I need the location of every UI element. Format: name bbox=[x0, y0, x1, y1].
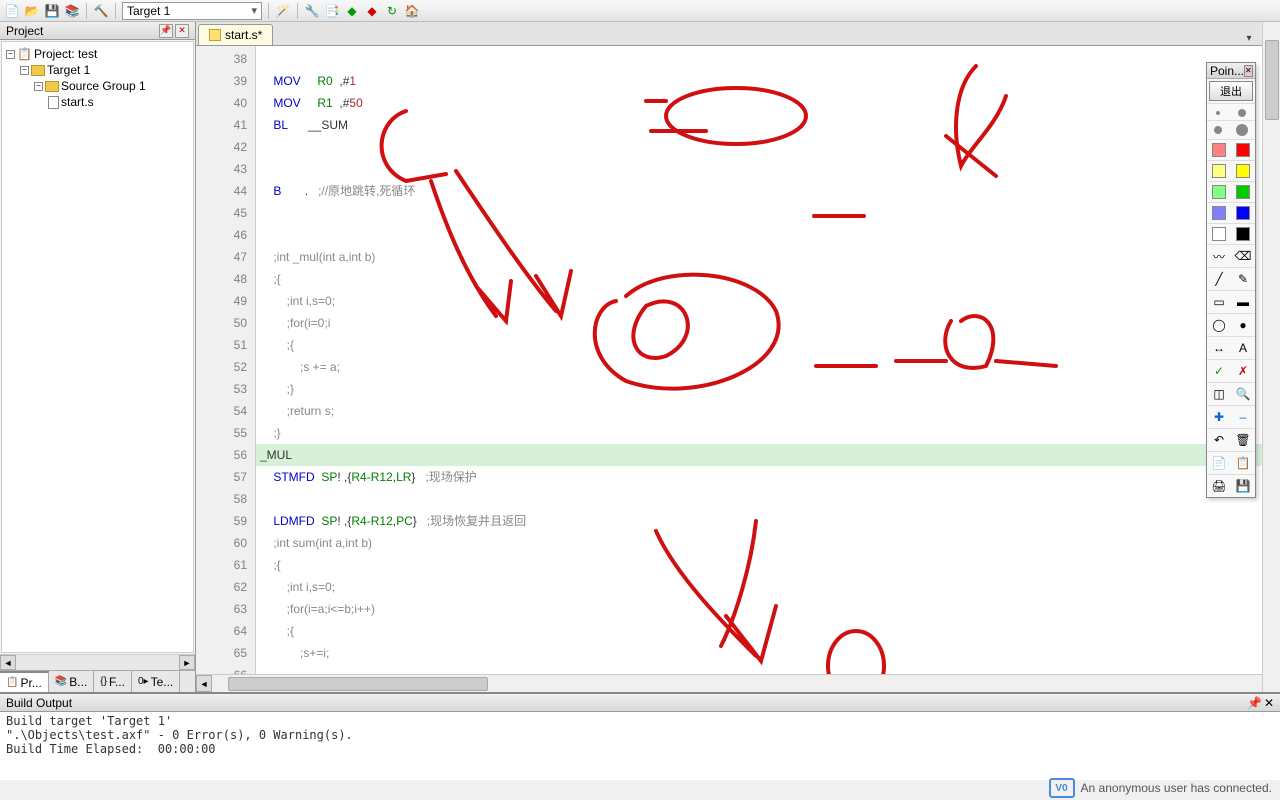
build-output-text[interactable]: Build target 'Target 1' ".\Objects\test.… bbox=[0, 712, 1280, 780]
freehand-icon[interactable]: 〰 bbox=[1210, 248, 1228, 264]
project-tree[interactable]: −📋Project: test −Target 1 −Source Group … bbox=[1, 41, 194, 653]
panel-close-icon[interactable]: ✕ bbox=[175, 24, 189, 38]
wand-icon[interactable]: 🪄 bbox=[275, 3, 291, 19]
asm-file-icon bbox=[209, 29, 221, 41]
cross-icon[interactable]: ✗ bbox=[1234, 363, 1252, 379]
file-tabs: start.s* ▾ ✕ bbox=[196, 22, 1280, 46]
fillellipse-icon[interactable]: ● bbox=[1234, 317, 1252, 333]
build-icon[interactable]: 🔨 bbox=[93, 3, 109, 19]
remove-icon[interactable]: – bbox=[1234, 409, 1252, 425]
bo-close-icon[interactable]: ✕ bbox=[1264, 696, 1274, 710]
editor-hscroll[interactable]: ◄► bbox=[196, 674, 1280, 692]
bo-pin-icon[interactable]: 📌 bbox=[1247, 696, 1262, 710]
ellipse-icon[interactable]: ◯ bbox=[1210, 317, 1228, 333]
saveall-icon[interactable]: 📚 bbox=[64, 3, 80, 19]
tree-file[interactable]: start.s bbox=[48, 94, 189, 110]
open-icon[interactable]: 📂 bbox=[24, 3, 40, 19]
main-toolbar: 📄 📂 💾 📚 🔨 Target 1 🪄 🔧 📑 ◆ ◆ ↻ 🏠 bbox=[0, 0, 1280, 22]
tab-books[interactable]: 📚 B... bbox=[49, 671, 94, 692]
pointer-exit-button[interactable]: 退出 bbox=[1209, 81, 1253, 101]
editor-area: start.s* ▾ ✕ 383940414243444546474849505… bbox=[196, 22, 1280, 692]
print-icon[interactable]: 🖨 bbox=[1210, 478, 1228, 494]
add-icon[interactable]: ✚ bbox=[1210, 409, 1228, 425]
project-panel: Project 📌 ✕ −📋Project: test −Target 1 −S… bbox=[0, 22, 196, 692]
doc-icon[interactable]: 📄 bbox=[1210, 455, 1228, 471]
save-icon[interactable]: 💾 bbox=[44, 3, 60, 19]
save-draw-icon[interactable]: 💾 bbox=[1234, 478, 1252, 494]
line-gutter: 3839404142434445464748495051525354555657… bbox=[196, 46, 256, 674]
home-icon[interactable]: 🏠 bbox=[404, 3, 420, 19]
fillrect-icon[interactable]: ▬ bbox=[1234, 294, 1252, 310]
project-panel-tabs: 📋 Pr... 📚 B... {} F... 0▸ Te... bbox=[0, 670, 195, 692]
tree-group[interactable]: −Source Group 1 bbox=[34, 78, 189, 94]
tree-target[interactable]: −Target 1 bbox=[20, 62, 189, 78]
copy-icon[interactable]: 📋 bbox=[1234, 455, 1252, 471]
arrow-icon[interactable]: ↔ bbox=[1210, 340, 1228, 356]
status-message: V0 An anonymous user has connected. bbox=[1049, 778, 1272, 798]
tree-root[interactable]: −📋Project: test bbox=[6, 46, 189, 62]
crop-icon[interactable]: ◫ bbox=[1210, 386, 1228, 402]
code-text[interactable]: MOV R0 ,#1 MOV R1 ,#50 BL __SUM B . ;//原… bbox=[256, 46, 1262, 674]
check-icon[interactable]: ✓ bbox=[1210, 363, 1228, 379]
trash-icon[interactable]: 🗑 bbox=[1234, 432, 1252, 448]
target-dropdown[interactable]: Target 1 bbox=[122, 2, 262, 20]
build-output-panel: Build Output 📌 ✕ Build target 'Target 1'… bbox=[0, 692, 1280, 780]
undo-icon[interactable]: ↶ bbox=[1210, 432, 1228, 448]
tab-project[interactable]: 📋 Pr... bbox=[0, 671, 49, 692]
panel-pin-icon[interactable]: 📌 bbox=[159, 24, 173, 38]
tab-functions[interactable]: {} F... bbox=[94, 671, 132, 692]
manage-icon[interactable]: 📑 bbox=[324, 3, 340, 19]
page-vscroll[interactable] bbox=[1262, 22, 1280, 692]
pencil-icon[interactable]: ✎ bbox=[1234, 271, 1252, 287]
new-icon[interactable]: 📄 bbox=[4, 3, 20, 19]
line-icon[interactable]: ╱ bbox=[1210, 271, 1228, 287]
options-green-icon[interactable]: ◆ bbox=[344, 3, 360, 19]
eraser-icon[interactable]: ⌫ bbox=[1234, 248, 1252, 264]
tree-hscroll[interactable]: ◄► bbox=[0, 654, 195, 670]
rect-icon[interactable]: ▭ bbox=[1210, 294, 1228, 310]
status-badge: V0 bbox=[1049, 778, 1075, 798]
brush-size-row[interactable] bbox=[1207, 103, 1255, 120]
tab-templates[interactable]: 0▸ Te... bbox=[132, 671, 180, 692]
project-panel-title: Project 📌 ✕ bbox=[0, 22, 195, 40]
text-icon[interactable]: A bbox=[1234, 340, 1252, 356]
rebuild-icon[interactable]: ↻ bbox=[384, 3, 400, 19]
pointer-close-icon[interactable]: ✕ bbox=[1244, 65, 1253, 77]
pointer-toolbox[interactable]: Poin...✕ 退出 〰⌫ ╱✎ ▭▬ ◯● ↔A ✓✗ ◫🔍 ✚– ↶🗑 📄… bbox=[1206, 62, 1256, 498]
file-tab-starts[interactable]: start.s* bbox=[198, 24, 273, 45]
tab-menu-icon[interactable]: ▾ bbox=[1242, 31, 1256, 45]
configure-icon[interactable]: 🔧 bbox=[304, 3, 320, 19]
build-output-title: Build Output 📌 ✕ bbox=[0, 694, 1280, 712]
debug-icon[interactable]: ◆ bbox=[364, 3, 380, 19]
color-swatch[interactable] bbox=[1212, 143, 1226, 157]
zoom-icon[interactable]: 🔍 bbox=[1234, 386, 1252, 402]
